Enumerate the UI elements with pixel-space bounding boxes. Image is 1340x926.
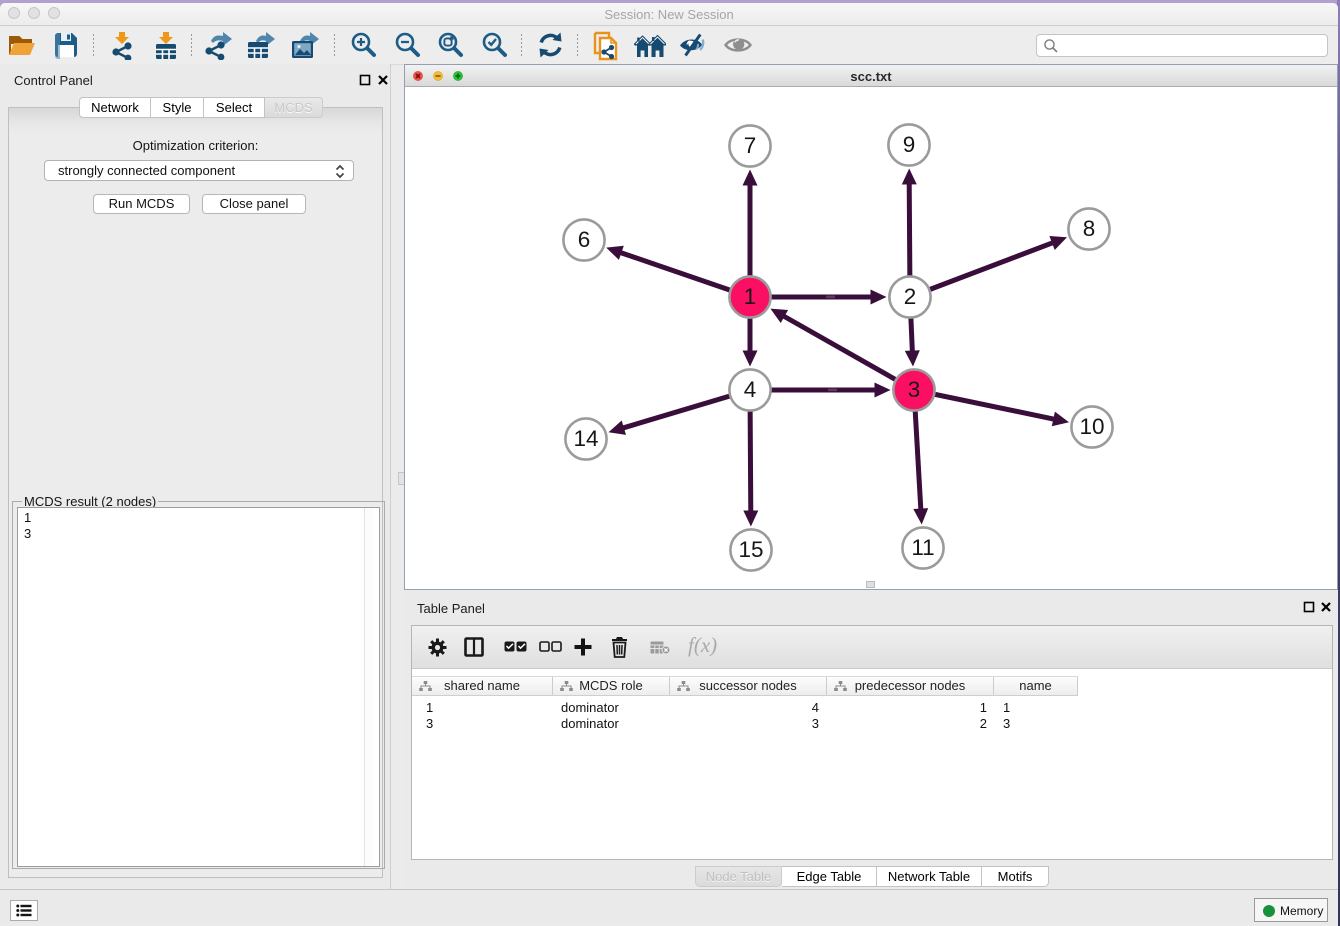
svg-text:8: 8 bbox=[1083, 216, 1096, 241]
svg-text:1: 1 bbox=[744, 284, 757, 309]
svg-text:9: 9 bbox=[903, 132, 916, 157]
svg-text:6: 6 bbox=[578, 227, 591, 252]
svg-text:3: 3 bbox=[908, 377, 921, 402]
svg-text:14: 14 bbox=[573, 426, 598, 451]
svg-text:2: 2 bbox=[904, 284, 917, 309]
svg-text:11: 11 bbox=[911, 535, 934, 560]
svg-text:7: 7 bbox=[744, 133, 757, 158]
svg-text:15: 15 bbox=[738, 537, 763, 562]
svg-text:4: 4 bbox=[744, 377, 757, 402]
svg-text:10: 10 bbox=[1079, 414, 1104, 439]
